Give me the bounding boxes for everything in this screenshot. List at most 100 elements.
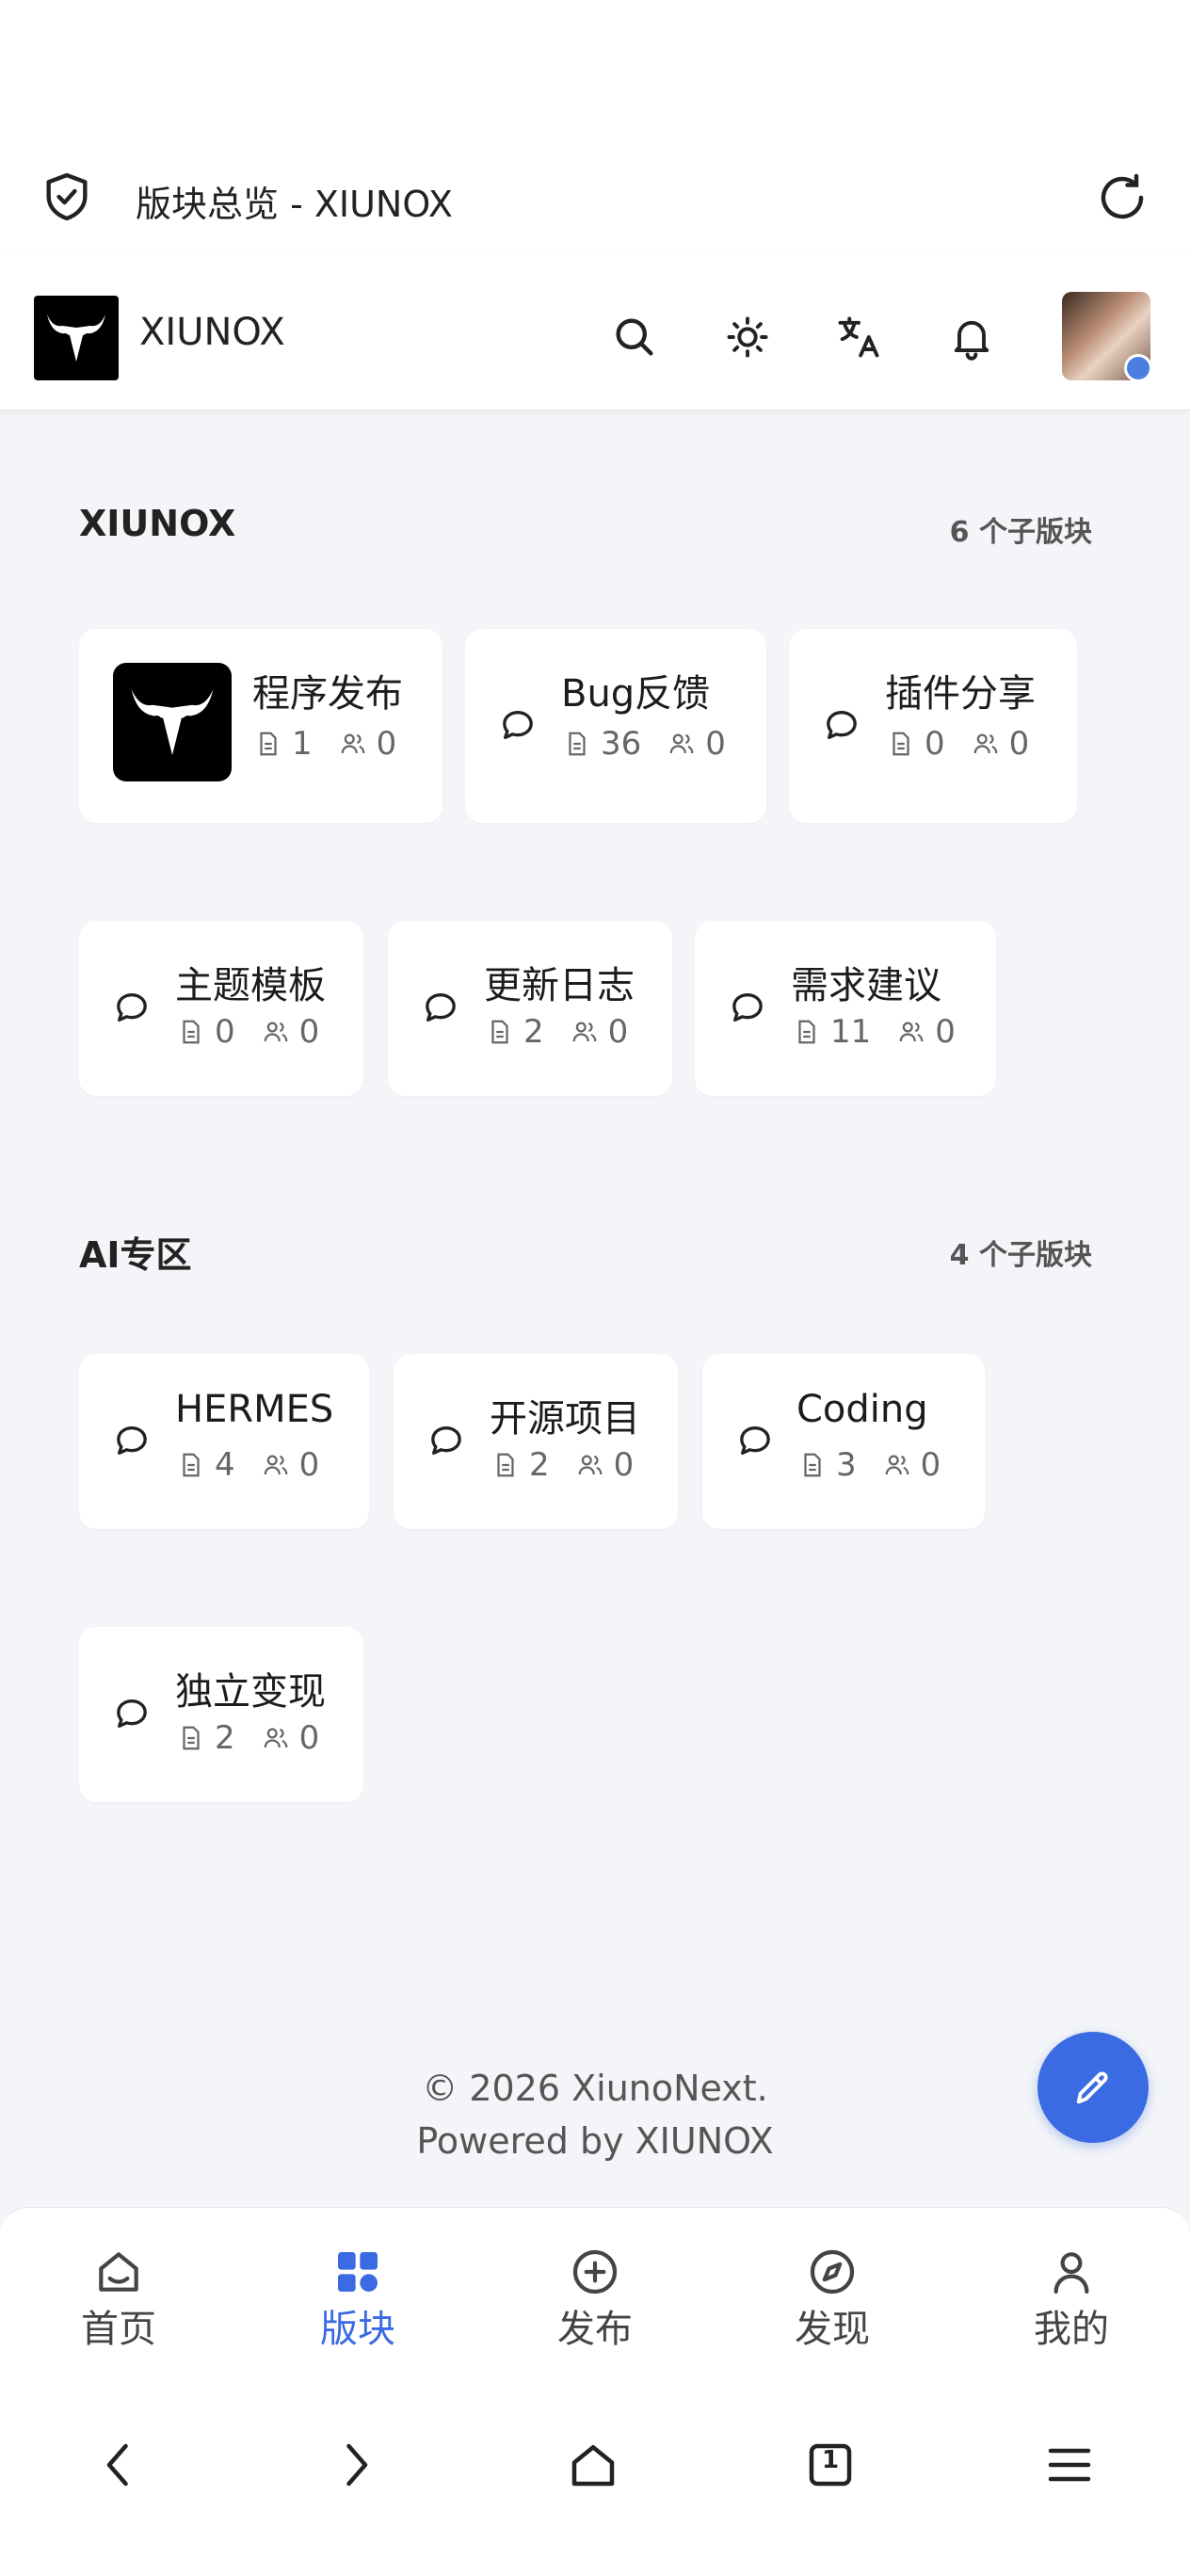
forum-stats: 0 0: [887, 725, 1029, 763]
forum-name: Coding: [796, 1388, 928, 1431]
site-logo[interactable]: [34, 296, 119, 380]
forum-name: 主题模板: [175, 964, 326, 1007]
site-header: XIUNOX: [0, 254, 1190, 411]
plus-circle-icon: [572, 2249, 618, 2294]
avatar-badge-icon: [1124, 354, 1152, 382]
users-icon: [264, 1728, 288, 1748]
document-icon: [260, 732, 277, 756]
footer-copyright: © 2026 XiunoNext.: [422, 2068, 768, 2109]
thread-count: 36: [601, 725, 642, 763]
nav-label: 版块: [320, 2308, 395, 2351]
forum-card[interactable]: 开源项目 2 0: [394, 1354, 678, 1529]
home-nav-icon[interactable]: [565, 2437, 621, 2493]
reload-icon[interactable]: [1094, 169, 1150, 226]
section-count: 6 个子版块: [949, 516, 1092, 549]
forward-icon[interactable]: [328, 2437, 384, 2493]
bottom-nav: 首页 版块 发布 发现 我的: [0, 2207, 1190, 2359]
forum-name: 程序发布: [252, 672, 403, 716]
page-title: 版块总览 - XIUNOX: [136, 184, 453, 225]
document-icon: [497, 1453, 514, 1477]
user-count: 0: [920, 1446, 941, 1484]
users-icon: [264, 1455, 288, 1475]
users-icon: [885, 1455, 909, 1475]
user-count: 0: [705, 725, 726, 763]
sun-icon[interactable]: [723, 313, 772, 362]
shield-check-icon[interactable]: [40, 169, 94, 224]
nav-label: 发布: [557, 2308, 633, 2351]
forum-stats: 4 0: [177, 1446, 319, 1484]
users-icon: [973, 733, 998, 754]
bull-logo-icon: [47, 314, 105, 362]
forum-name: 插件分享: [885, 672, 1036, 716]
forum-stats: 3 0: [798, 1446, 941, 1484]
forum-stats: 1 0: [254, 725, 396, 763]
forum-stats: 2 0: [491, 1446, 634, 1484]
browser-title-bar: 版块总览 - XIUNOX: [0, 141, 1190, 254]
chat-bubble-icon: [740, 1426, 770, 1455]
forum-card[interactable]: Bug反馈 36 0: [465, 629, 766, 823]
tabs-button[interactable]: 1: [802, 2437, 859, 2493]
forum-card[interactable]: Coding 3 0: [702, 1354, 985, 1529]
nav-profile[interactable]: 我的: [1005, 2246, 1137, 2353]
forum-card[interactable]: 主题模板 0 0: [79, 921, 363, 1096]
footer-powered[interactable]: Powered by XIUNOX: [0, 2120, 1190, 2162]
user-avatar[interactable]: [1062, 292, 1152, 382]
forum-name: HERMES: [175, 1388, 334, 1431]
forum-card[interactable]: HERMES 4 0: [79, 1354, 369, 1529]
user-count: 0: [1008, 725, 1030, 763]
forum-card[interactable]: 需求建议 11 0: [695, 921, 996, 1096]
thread-count: 2: [529, 1446, 550, 1484]
users-icon: [341, 733, 365, 754]
compose-button[interactable]: [1037, 2032, 1149, 2143]
chat-bubble-icon: [117, 1699, 147, 1728]
forum-stats: 36 0: [563, 725, 726, 763]
site-name[interactable]: XIUNOX: [139, 311, 285, 354]
forum-card[interactable]: 独立变现 2 0: [79, 1627, 363, 1802]
translate-icon[interactable]: [834, 313, 883, 362]
nav-forums[interactable]: 版块: [292, 2246, 424, 2353]
chat-bubble-icon: [732, 993, 763, 1022]
users-icon: [578, 1455, 603, 1475]
document-icon: [183, 1726, 200, 1750]
document-icon: [892, 732, 909, 756]
chat-bubble-icon: [117, 993, 147, 1022]
bell-icon[interactable]: [947, 313, 996, 362]
users-icon: [264, 1022, 288, 1042]
thread-count: 4: [215, 1446, 235, 1484]
compass-icon: [810, 2249, 855, 2294]
forum-card[interactable]: 程序发布 1 0: [79, 629, 442, 823]
forum-name: Bug反馈: [561, 672, 711, 716]
chat-bubble-icon: [431, 1426, 461, 1455]
back-icon[interactable]: [90, 2437, 147, 2493]
thread-count: 3: [836, 1446, 857, 1484]
thread-count: 1: [292, 725, 313, 763]
section-title: AI专区: [79, 1234, 192, 1276]
chat-bubble-icon: [426, 993, 456, 1022]
nav-label: 我的: [1034, 2308, 1109, 2351]
forum-stats: 2 0: [486, 1013, 628, 1051]
forum-name: 独立变现: [175, 1670, 326, 1714]
nav-discover[interactable]: 发现: [766, 2246, 898, 2353]
section-title: XIUNOX: [79, 503, 236, 544]
nav-label: 发现: [795, 2308, 870, 2351]
nav-label: 首页: [81, 2308, 156, 2351]
forum-card[interactable]: 更新日志 2 0: [388, 921, 672, 1096]
forum-card[interactable]: 插件分享 0 0: [789, 629, 1077, 823]
thread-count: 11: [830, 1013, 872, 1051]
forum-stats: 0 0: [177, 1013, 319, 1051]
tab-count: 1: [821, 2446, 840, 2474]
document-icon: [804, 1453, 821, 1477]
nav-home[interactable]: 首页: [53, 2246, 185, 2353]
search-icon[interactable]: [610, 313, 659, 362]
home-icon: [99, 2252, 138, 2292]
nav-post[interactable]: 发布: [529, 2246, 661, 2353]
user-count: 0: [298, 1013, 320, 1051]
thread-count: 2: [523, 1013, 544, 1051]
document-icon: [798, 1020, 815, 1044]
status-bar: [0, 0, 1190, 141]
forum-name: 更新日志: [484, 964, 635, 1007]
document-icon: [569, 732, 586, 756]
user-count: 0: [298, 1446, 320, 1484]
document-icon: [183, 1020, 200, 1044]
menu-icon[interactable]: [1041, 2437, 1098, 2493]
